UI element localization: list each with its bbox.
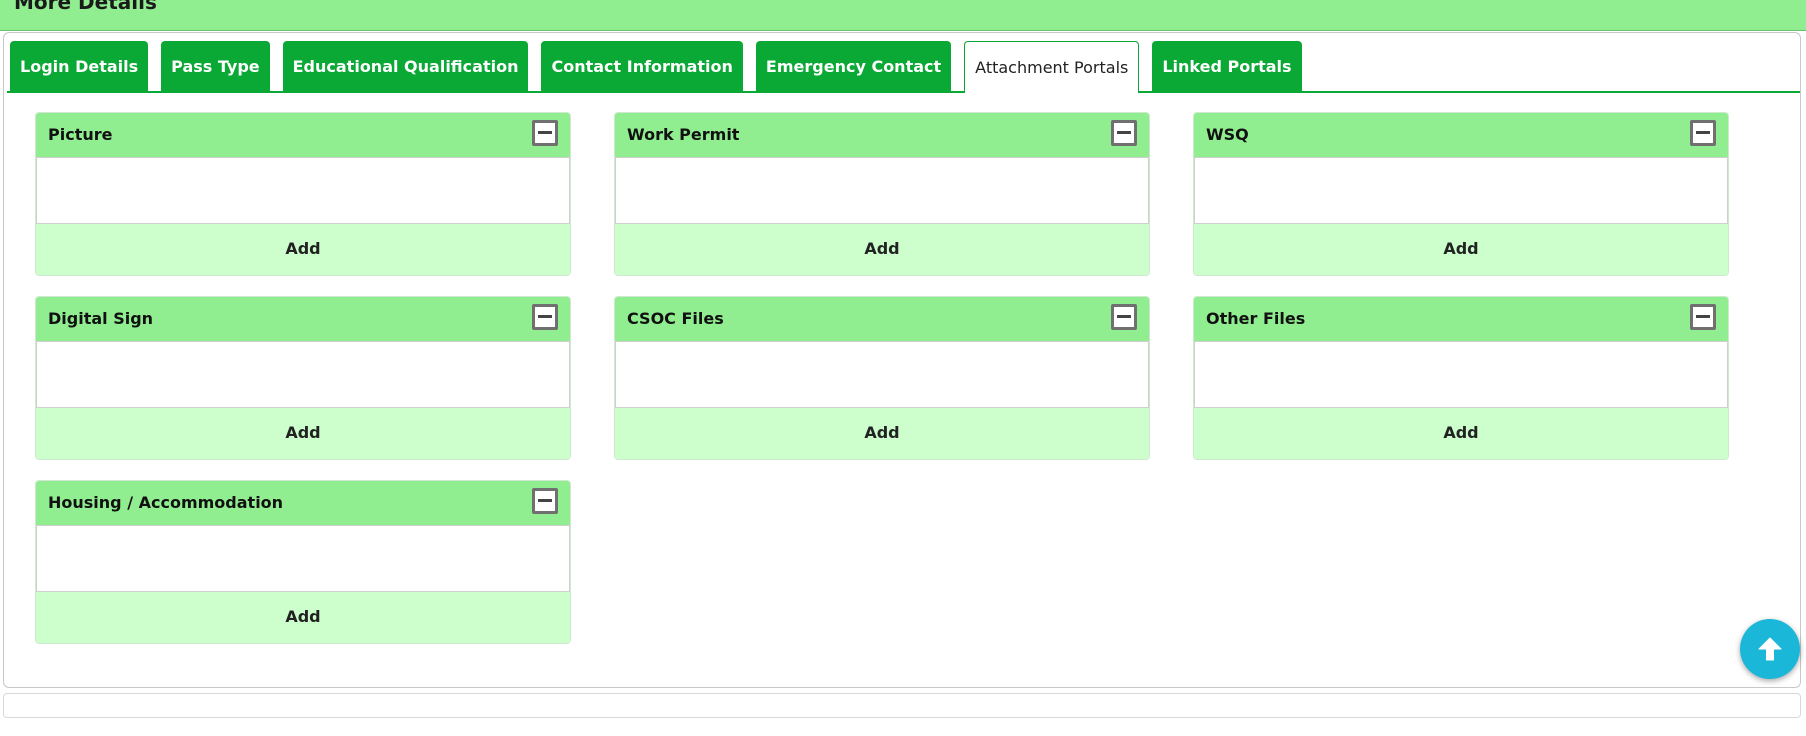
collapse-icon[interactable] <box>1690 120 1716 146</box>
next-section-box <box>3 693 1801 718</box>
tab-contact-information[interactable]: Contact Information <box>541 41 743 91</box>
card-header: WSQ <box>1194 113 1728 157</box>
card-title: Housing / Accommodation <box>48 493 284 512</box>
file-drop-area[interactable] <box>615 341 1149 408</box>
add-button[interactable]: Add <box>36 592 570 643</box>
collapse-icon[interactable] <box>1111 304 1137 330</box>
attachment-card-wsq: WSQ Add <box>1193 112 1729 276</box>
file-drop-area[interactable] <box>36 341 570 408</box>
attachment-card-picture: Picture Add <box>35 112 571 276</box>
tab-linked-portals[interactable]: Linked Portals <box>1152 41 1302 91</box>
add-button[interactable]: Add <box>36 408 570 459</box>
card-title: WSQ <box>1206 125 1249 144</box>
add-button[interactable]: Add <box>1194 224 1728 275</box>
section-title: More Details <box>14 0 157 14</box>
add-button[interactable]: Add <box>615 408 1149 459</box>
scroll-to-top-button[interactable] <box>1740 619 1800 679</box>
card-header: Digital Sign <box>36 297 570 341</box>
card-title: Digital Sign <box>48 309 154 328</box>
tab-pass-type[interactable]: Pass Type <box>161 41 270 91</box>
tab-attachment-portals[interactable]: Attachment Portals <box>964 41 1140 93</box>
attachment-card-digital-sign: Digital Sign Add <box>35 296 571 460</box>
tab-underline <box>7 91 1800 93</box>
collapse-icon[interactable] <box>532 488 558 514</box>
card-header: Housing / Accommodation <box>36 481 570 525</box>
card-header: Other Files <box>1194 297 1728 341</box>
arrow-up-icon <box>1758 637 1782 661</box>
card-title: Other Files <box>1206 309 1306 328</box>
attachment-card-csoc-files: CSOC Files Add <box>614 296 1150 460</box>
attachment-card-housing-accommodation: Housing / Accommodation Add <box>35 480 571 644</box>
file-drop-area[interactable] <box>1194 157 1728 224</box>
card-title: CSOC Files <box>627 309 724 328</box>
card-title: Picture <box>48 125 113 144</box>
collapse-icon[interactable] <box>1690 304 1716 330</box>
attachment-card-work-permit: Work Permit Add <box>614 112 1150 276</box>
file-drop-area[interactable] <box>36 525 570 592</box>
file-drop-area[interactable] <box>615 157 1149 224</box>
tab-educational-qualification[interactable]: Educational Qualification <box>282 41 529 91</box>
card-header: Picture <box>36 113 570 157</box>
card-header: CSOC Files <box>615 297 1149 341</box>
tab-emergency-contact[interactable]: Emergency Contact <box>755 41 952 91</box>
file-drop-area[interactable] <box>1194 341 1728 408</box>
card-title: Work Permit <box>627 125 740 144</box>
file-drop-area[interactable] <box>36 157 570 224</box>
card-header: Work Permit <box>615 113 1149 157</box>
add-button[interactable]: Add <box>36 224 570 275</box>
tab-bar: Login Details Pass Type Educational Qual… <box>10 41 1302 93</box>
add-button[interactable]: Add <box>1194 408 1728 459</box>
tab-login-details[interactable]: Login Details <box>10 41 149 91</box>
attachment-card-other-files: Other Files Add <box>1193 296 1729 460</box>
section-header: More Details <box>0 0 1806 31</box>
collapse-icon[interactable] <box>1111 120 1137 146</box>
add-button[interactable]: Add <box>615 224 1149 275</box>
collapse-icon[interactable] <box>532 304 558 330</box>
collapse-icon[interactable] <box>532 120 558 146</box>
